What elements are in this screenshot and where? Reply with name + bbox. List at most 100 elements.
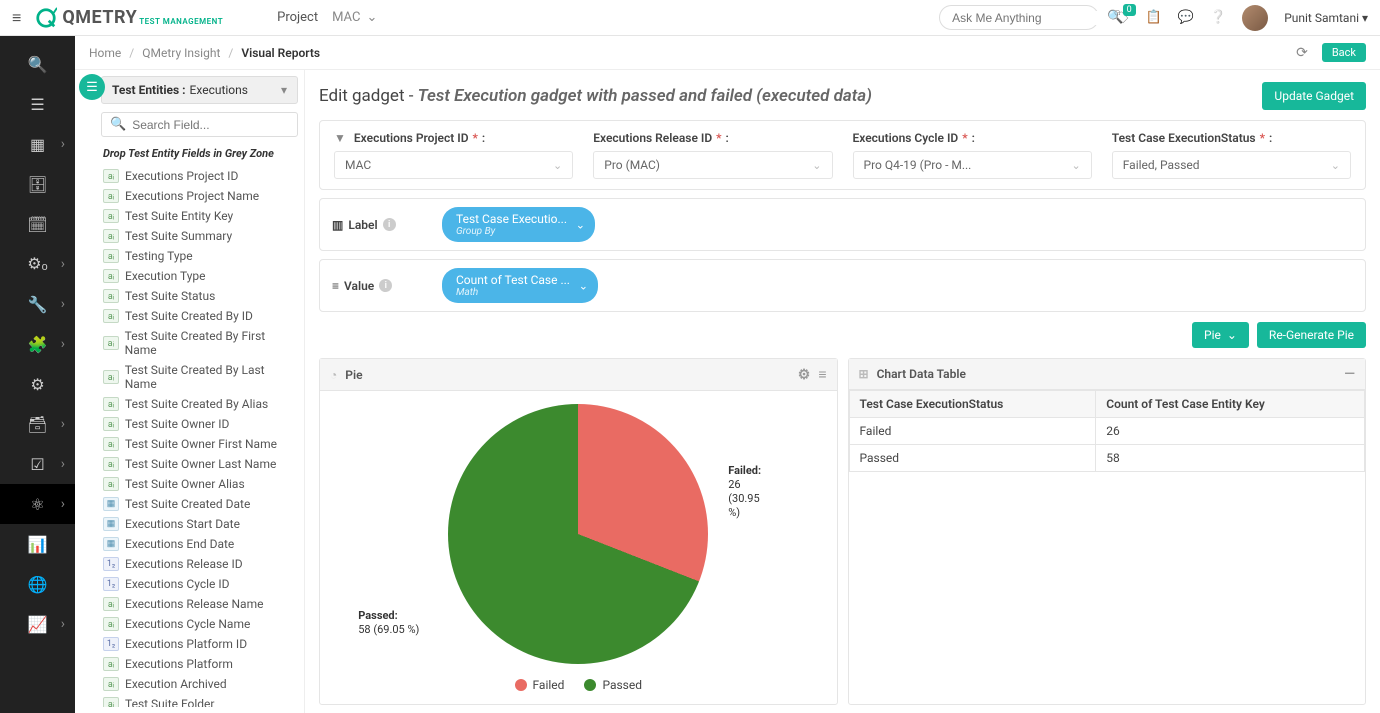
nav-check[interactable]: ☑ bbox=[0, 444, 75, 484]
nav-settings[interactable]: ⚙ bbox=[0, 364, 75, 404]
filter-release[interactable]: Pro (MAC)⌄ bbox=[593, 151, 832, 179]
field-item[interactable]: aᵢExecution Type bbox=[101, 266, 298, 286]
minimize-icon[interactable]: — bbox=[1344, 366, 1355, 382]
field-label: Testing Type bbox=[125, 249, 193, 263]
field-item[interactable]: aᵢTest Suite Owner Alias bbox=[101, 474, 298, 494]
field-item[interactable]: aᵢTest Suite Created By ID bbox=[101, 306, 298, 326]
filter-project[interactable]: MAC⌄ bbox=[334, 151, 573, 179]
field-list: aᵢExecutions Project IDaᵢExecutions Proj… bbox=[101, 166, 298, 707]
num-field-icon: 1₂ bbox=[103, 577, 119, 591]
nav-wrench[interactable]: 🔧 bbox=[0, 284, 75, 324]
field-item[interactable]: aᵢTest Suite Folder bbox=[101, 694, 298, 707]
field-item[interactable]: aᵢTest Suite Created By Last Name bbox=[101, 360, 298, 394]
nav-search[interactable]: 🔍 bbox=[0, 44, 75, 84]
txt-field-icon: aᵢ bbox=[103, 209, 119, 223]
notifications-icon[interactable]: 🏷0 bbox=[1113, 10, 1130, 25]
field-label: Executions End Date bbox=[125, 537, 234, 551]
help-icon[interactable]: ❔ bbox=[1210, 10, 1226, 25]
avatar[interactable] bbox=[1242, 5, 1268, 31]
nav-list[interactable]: ☰ bbox=[0, 84, 75, 124]
table-header: Test Case ExecutionStatus bbox=[849, 391, 1096, 418]
nav-server[interactable]: 🗃 bbox=[0, 404, 75, 444]
entity-dropdown[interactable]: Test Entities : Executions ▾ bbox=[101, 76, 298, 104]
crumb-insight[interactable]: QMetry Insight bbox=[142, 46, 220, 60]
nav-puzzle[interactable]: 🧩 bbox=[0, 324, 75, 364]
project-label: Project bbox=[277, 10, 318, 25]
field-item[interactable]: aᵢ Executions Platform bbox=[101, 654, 298, 674]
txt-field-icon: aᵢ bbox=[103, 657, 119, 671]
field-item[interactable]: aᵢExecutions Release Name bbox=[101, 594, 298, 614]
pie-panel: ◔ Pie ⚙ ≡ Failed:26 (30.95 %) bbox=[319, 358, 838, 705]
field-item[interactable]: aᵢTest Suite Entity Key bbox=[101, 206, 298, 226]
back-button[interactable]: Back bbox=[1322, 43, 1366, 62]
hamburger-icon[interactable]: ≡ bbox=[12, 8, 21, 28]
nav-archive[interactable]: 🗄 bbox=[0, 164, 75, 204]
global-search[interactable]: 🔍 bbox=[939, 5, 1099, 30]
field-search[interactable]: 🔍 bbox=[101, 112, 298, 137]
field-item[interactable]: 1₂ Executions Cycle ID bbox=[101, 574, 298, 594]
field-item[interactable]: aᵢExecution Archived bbox=[101, 674, 298, 694]
field-label: Test Suite Owner Last Name bbox=[125, 457, 276, 471]
txt-field-icon: aᵢ bbox=[103, 169, 119, 183]
field-label: Test Suite Folder bbox=[125, 697, 214, 707]
field-label: Executions Cycle ID bbox=[125, 577, 230, 591]
field-item[interactable]: aᵢ Test Suite Status bbox=[101, 286, 298, 306]
crumb-visual: Visual Reports bbox=[241, 46, 320, 60]
crumb-home[interactable]: Home bbox=[89, 46, 121, 60]
field-item[interactable]: aᵢTest Suite Owner ID bbox=[101, 414, 298, 434]
update-gadget-button[interactable]: Update Gadget bbox=[1262, 82, 1366, 110]
info-icon[interactable]: i bbox=[383, 218, 396, 231]
field-label: Test Suite Status bbox=[125, 289, 215, 303]
field-label: Executions Cycle Name bbox=[125, 617, 250, 631]
logo[interactable]: QMETRYTEST MANAGEMENT bbox=[35, 7, 223, 29]
field-item[interactable]: aᵢTesting Type bbox=[101, 246, 298, 266]
nav-gears[interactable]: ⚙ₒ bbox=[0, 244, 75, 284]
field-label: Test Suite Created By Last Name bbox=[125, 363, 296, 391]
field-item[interactable]: ▦Executions End Date bbox=[101, 534, 298, 554]
field-search-input[interactable] bbox=[132, 118, 289, 132]
gear-icon[interactable]: ⚙ bbox=[798, 367, 811, 383]
nav-bars[interactable]: 📈 bbox=[0, 604, 75, 644]
label-chip[interactable]: Test Case Executio... Group By ⌄ bbox=[442, 207, 595, 242]
field-item[interactable]: aᵢExecutions Project Name bbox=[101, 186, 298, 206]
user-menu[interactable]: Punit Samtani ▾ bbox=[1284, 11, 1368, 25]
field-label: Executions Platform bbox=[125, 657, 233, 671]
chart-type-dropdown[interactable]: Pie⌄ bbox=[1192, 322, 1249, 348]
field-item[interactable]: aᵢTest Suite Owner Last Name bbox=[101, 454, 298, 474]
nav-dashboard[interactable]: 📊 bbox=[0, 524, 75, 564]
field-item[interactable]: aᵢExecutions Project ID bbox=[101, 166, 298, 186]
regenerate-button[interactable]: Re-Generate Pie bbox=[1257, 322, 1366, 348]
chevron-down-icon: ⌄ bbox=[1227, 328, 1237, 342]
field-item[interactable]: 1₂Executions Release ID bbox=[101, 554, 298, 574]
filter-cycle[interactable]: Pro Q4-19 (Pro - M...⌄ bbox=[853, 151, 1092, 179]
field-item[interactable]: aᵢTest Suite Created By Alias bbox=[101, 394, 298, 414]
field-item[interactable]: aᵢTest Suite Created By First Name bbox=[101, 326, 298, 360]
panel-collapse-icon[interactable]: ☰ bbox=[79, 74, 105, 100]
nav-calendar[interactable]: 🗓 bbox=[0, 204, 75, 244]
chevron-down-icon: ⌄ bbox=[366, 10, 377, 25]
search-input[interactable] bbox=[952, 11, 1107, 25]
txt-field-icon: aᵢ bbox=[103, 397, 119, 411]
field-label: Test Suite Summary bbox=[125, 229, 232, 243]
menu-icon[interactable]: ≡ bbox=[818, 366, 826, 383]
info-icon[interactable]: i bbox=[379, 279, 392, 292]
field-label: Test Suite Owner First Name bbox=[125, 437, 277, 451]
field-item[interactable]: aᵢTest Suite Summary bbox=[101, 226, 298, 246]
nav-grid[interactable]: ▦ bbox=[0, 124, 75, 164]
value-chip[interactable]: Count of Test Case ... Math ⌄ bbox=[442, 268, 598, 303]
filter-icon: ▼ bbox=[334, 131, 346, 145]
field-label: Executions Platform ID bbox=[125, 637, 247, 651]
calendar-icon[interactable]: 📋 bbox=[1146, 10, 1162, 25]
refresh-icon[interactable]: ⟳ bbox=[1296, 45, 1308, 61]
nav-globe[interactable]: 🌐 bbox=[0, 564, 75, 604]
nav-reports[interactable]: ⚛ bbox=[0, 484, 75, 524]
filter-status[interactable]: Failed, Passed⌄ bbox=[1112, 151, 1351, 179]
field-item[interactable]: ▦Executions Start Date bbox=[101, 514, 298, 534]
field-item[interactable]: 1₂Executions Platform ID bbox=[101, 634, 298, 654]
field-item[interactable]: ▦Test Suite Created Date bbox=[101, 494, 298, 514]
chat-icon[interactable]: 💬 bbox=[1178, 10, 1194, 25]
project-dropdown[interactable]: MAC⌄ bbox=[332, 10, 377, 25]
field-item[interactable]: aᵢExecutions Cycle Name bbox=[101, 614, 298, 634]
txt-field-icon: aᵢ bbox=[103, 289, 119, 303]
field-item[interactable]: aᵢTest Suite Owner First Name bbox=[101, 434, 298, 454]
